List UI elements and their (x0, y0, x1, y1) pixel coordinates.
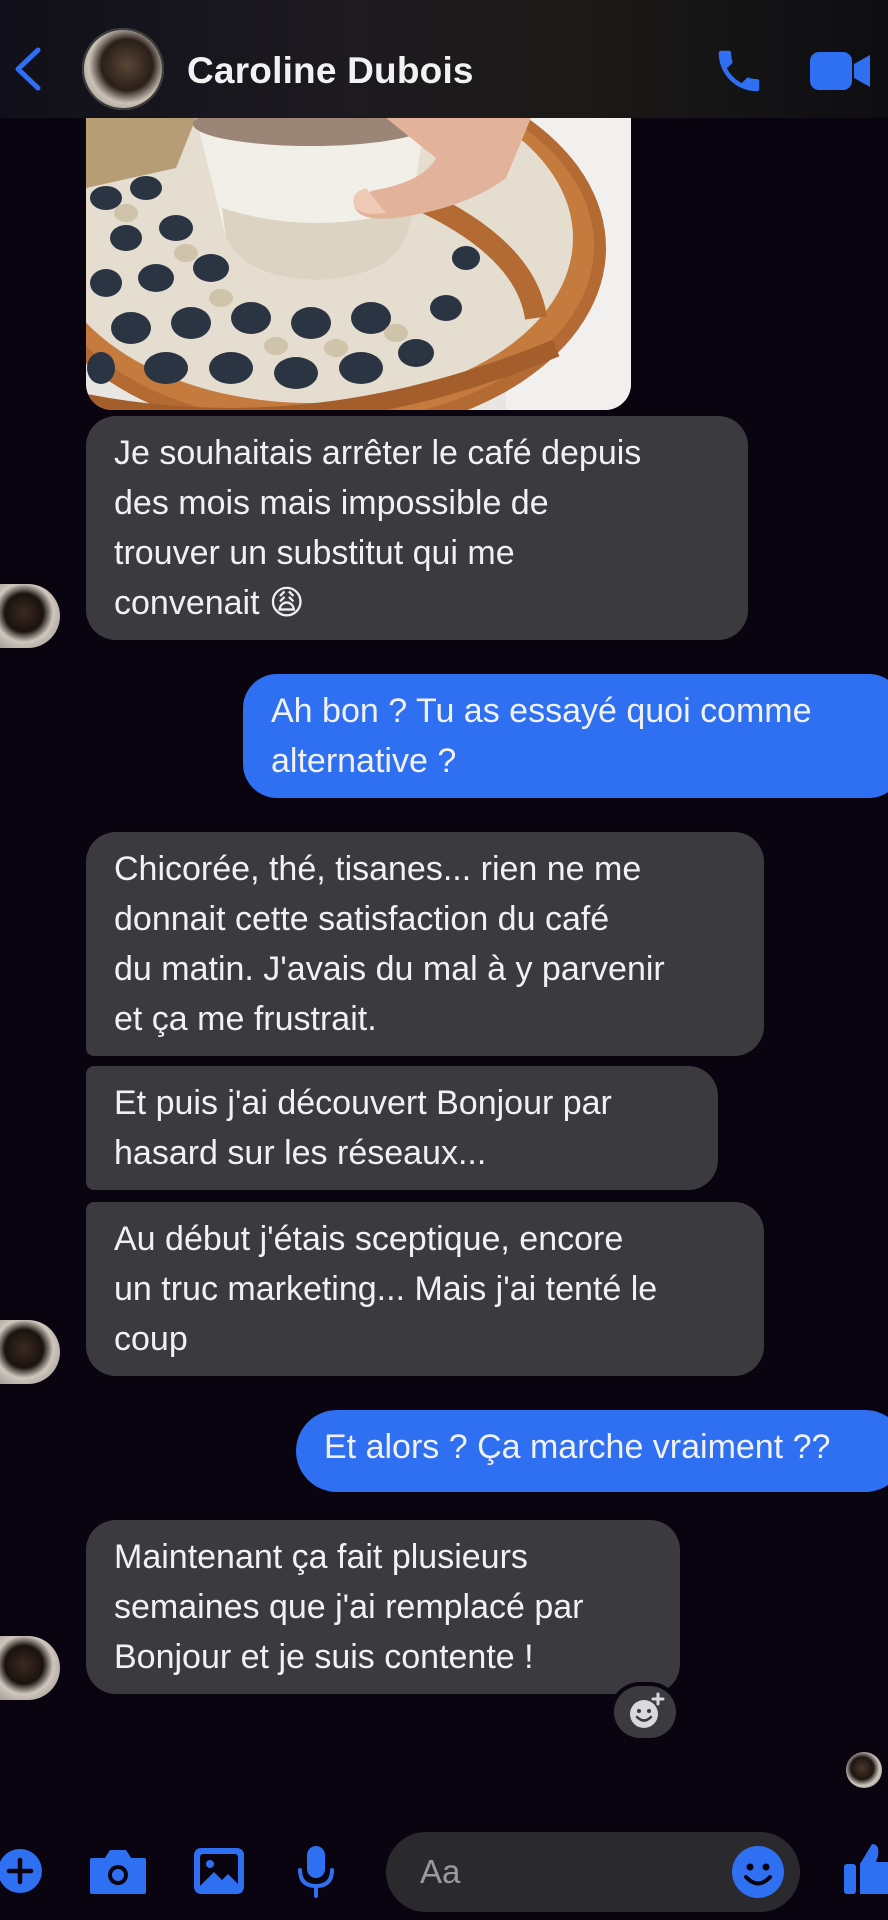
back-button[interactable] (10, 46, 46, 92)
seen-receipt-avatar (846, 1752, 882, 1788)
message-bubble-outgoing[interactable]: Et alors ? Ça marche vraiment ?? (296, 1410, 888, 1492)
message-bubble-incoming[interactable]: Chicorée, thé, tisanes... rien ne me don… (86, 832, 764, 1056)
photo-message[interactable] (86, 118, 631, 410)
message-bubble-incoming[interactable]: Maintenant ça fait plusieurs semaines qu… (86, 1520, 680, 1694)
call-button[interactable] (712, 44, 766, 98)
conversation-header: Caroline Dubois (0, 0, 888, 118)
camera-button[interactable] (88, 1848, 148, 1896)
add-reaction-button[interactable] (614, 1686, 676, 1738)
message-bubble-outgoing[interactable]: Ah bon ? Tu as essayé quoi comme alterna… (243, 674, 888, 798)
contact-avatar[interactable] (0, 1636, 60, 1700)
message-input-placeholder: Aa (420, 1853, 461, 1890)
chevron-left-icon (15, 47, 41, 91)
video-call-button[interactable] (808, 50, 872, 92)
emoji-icon (732, 1846, 784, 1898)
phone-icon (718, 50, 760, 92)
message-bubble-incoming[interactable]: Je souhaitais arrêter le café depuis des… (86, 416, 748, 640)
plus-button[interactable] (0, 1848, 46, 1894)
emoji-button[interactable] (730, 1844, 786, 1900)
microphone-icon (298, 1846, 334, 1898)
gallery-icon (194, 1848, 244, 1894)
add-reaction-icon (630, 1692, 665, 1728)
message-bubble-incoming[interactable]: Au début j'étais sceptique, encore un tr… (86, 1202, 764, 1376)
gallery-button[interactable] (192, 1846, 246, 1896)
message-bubble-incoming[interactable]: Et puis j'ai découvert Bonjour par hasar… (86, 1066, 718, 1190)
plus-icon (0, 1849, 42, 1893)
video-camera-icon (810, 52, 870, 90)
contact-avatar[interactable] (0, 1320, 60, 1384)
camera-icon (90, 1850, 146, 1894)
message-input[interactable]: Aa (386, 1832, 800, 1912)
contact-name[interactable]: Caroline Dubois (187, 50, 474, 92)
microphone-button[interactable] (296, 1844, 336, 1900)
thumbs-up-icon (844, 1844, 888, 1894)
contact-avatar[interactable] (82, 28, 164, 110)
like-button[interactable] (842, 1840, 888, 1896)
contact-avatar[interactable] (0, 584, 60, 648)
